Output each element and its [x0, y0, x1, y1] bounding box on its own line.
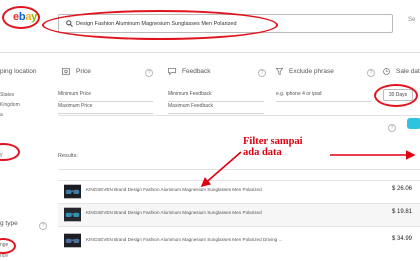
arrow-to-results: [200, 151, 242, 188]
annotation-text: Filter sampai ada data: [243, 136, 303, 158]
annotation-arrows: [200, 150, 416, 188]
